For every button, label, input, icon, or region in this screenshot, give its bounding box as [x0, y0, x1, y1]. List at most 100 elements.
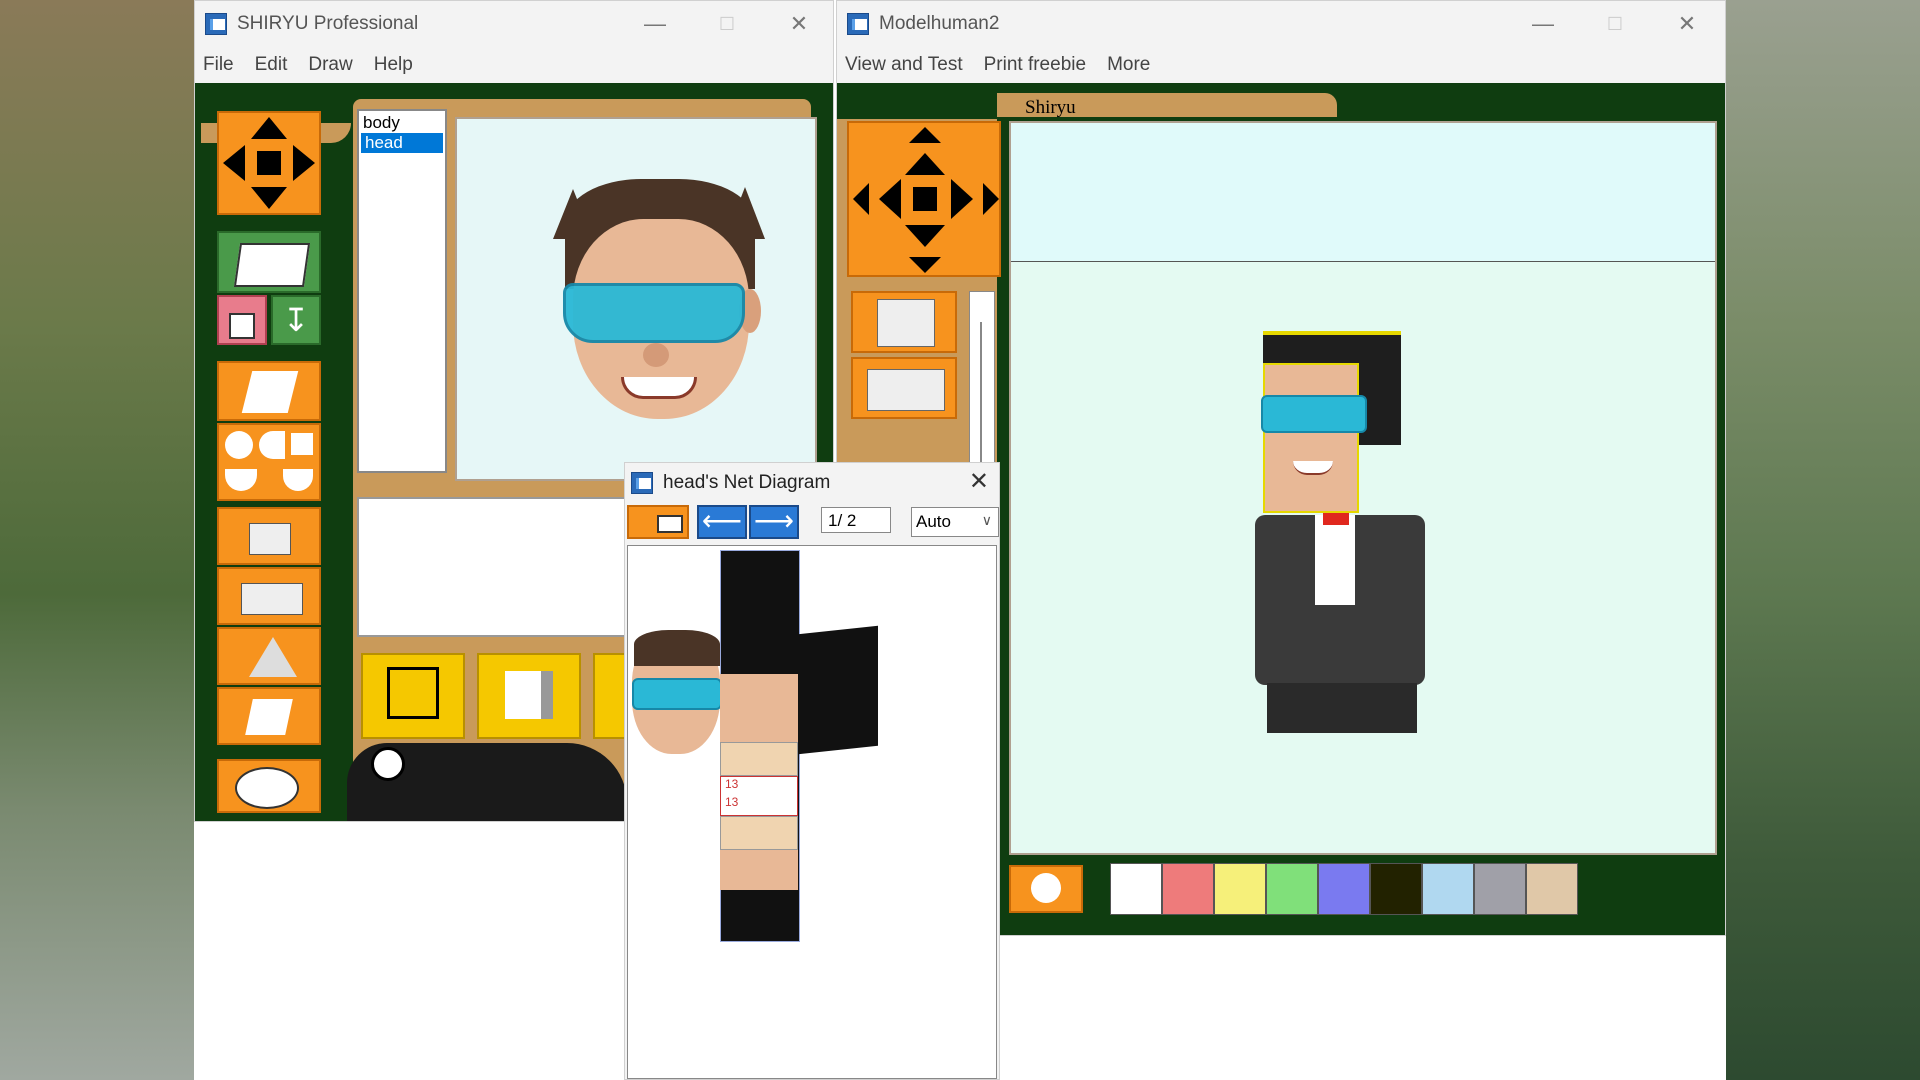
import-button[interactable]: ↧	[271, 295, 321, 345]
swatch-red[interactable]	[1162, 863, 1214, 915]
maximize-icon[interactable]: ☐	[1579, 1, 1651, 47]
move-control-button[interactable]	[217, 111, 321, 215]
swatch-black-yellow-texture[interactable]	[1370, 863, 1422, 915]
title-bar[interactable]: SHIRYU Professional — ☐ ✕	[195, 1, 833, 47]
arrow-left-icon	[223, 145, 245, 181]
shapes-tool-button[interactable]	[217, 423, 321, 501]
cube-swap-button[interactable]	[851, 291, 957, 353]
cubes-swap-icon	[877, 299, 935, 347]
zoom-select[interactable]: Auto ∨	[911, 507, 999, 537]
swatch-white[interactable]	[1110, 863, 1162, 915]
desktop-background-right	[1726, 0, 1920, 1080]
character-shirt	[1315, 515, 1355, 605]
net-side-piece	[720, 674, 798, 744]
net-label-box: 13 13	[720, 776, 798, 816]
arrow-down-icon	[251, 187, 287, 209]
center-square-icon	[257, 151, 281, 175]
bowl-icon	[283, 469, 313, 491]
solid-cube-button[interactable]	[477, 653, 581, 739]
bow-tie	[1323, 513, 1349, 525]
nose	[643, 343, 669, 367]
arrow-up-icon	[251, 117, 287, 139]
close-icon[interactable]: ✕	[969, 467, 989, 496]
app-icon	[847, 13, 869, 35]
net-label-1: 13	[725, 777, 739, 791]
menu-more[interactable]: More	[1107, 54, 1150, 76]
skew-button[interactable]	[217, 687, 321, 745]
image-button[interactable]	[217, 295, 267, 345]
net-diagram-canvas[interactable]: 13 13	[627, 545, 997, 1079]
paper-icon	[241, 371, 299, 413]
slider-track	[980, 322, 982, 472]
character-legs	[1267, 683, 1417, 733]
minimize-icon[interactable]: —	[619, 1, 691, 47]
close-icon[interactable]: ✕	[763, 1, 835, 47]
palette-icon	[235, 767, 299, 809]
arch-icon	[225, 469, 257, 491]
net-hair-right	[798, 625, 878, 755]
paper-tool-button[interactable]	[217, 361, 321, 421]
paint-palette-button[interactable]	[217, 759, 321, 813]
download-icon: ↧	[282, 302, 310, 338]
open-folder-button[interactable]	[217, 231, 321, 293]
swatch-pebble-texture[interactable]	[1474, 863, 1526, 915]
dialog-title: head's Net Diagram	[663, 472, 831, 493]
maximize-icon[interactable]: ☐	[691, 1, 763, 47]
prev-page-button[interactable]: ⟵	[697, 505, 747, 539]
character-icon-button[interactable]	[1009, 865, 1083, 913]
title-bar[interactable]: Modelhuman2 — ☐ ✕	[837, 1, 1725, 47]
text-panel[interactable]	[357, 497, 657, 637]
camera-move-button[interactable]	[847, 121, 1001, 277]
pyramid-icon	[249, 637, 297, 677]
dialog-toolbar: ⟵ ⟶ 1/ 2 Auto ∨	[625, 503, 999, 543]
folder-icon	[233, 243, 311, 287]
arrow-down-icon	[909, 257, 941, 273]
menu-view-and-test[interactable]: View and Test	[845, 54, 963, 76]
net-face-goggles	[632, 678, 722, 710]
dialog-title-bar[interactable]: head's Net Diagram ✕	[625, 463, 999, 503]
window-title: Modelhuman2	[879, 13, 1000, 34]
menu-print-freebie[interactable]: Print freebie	[984, 54, 1086, 76]
net-face-hair	[634, 630, 720, 666]
part-preview-canvas[interactable]	[455, 117, 817, 481]
square-icon	[291, 433, 313, 455]
menu-help[interactable]: Help	[374, 54, 413, 76]
stretch-boxes-button[interactable]	[217, 567, 321, 625]
swatch-blue[interactable]	[1318, 863, 1370, 915]
swatch-iridescent-texture[interactable]	[1422, 863, 1474, 915]
pyramid-button[interactable]	[217, 627, 321, 685]
swatch-green[interactable]	[1266, 863, 1318, 915]
next-page-button[interactable]: ⟶	[749, 505, 799, 539]
swatch-wood-texture[interactable]	[1526, 863, 1578, 915]
minimize-icon[interactable]: —	[1507, 1, 1579, 47]
menu-edit[interactable]: Edit	[255, 54, 288, 76]
desktop-background-left	[0, 0, 194, 1080]
parts-list-item-head[interactable]: head	[361, 133, 443, 153]
arrow-right-icon: ⟶	[753, 505, 795, 536]
menu-file[interactable]: File	[203, 54, 234, 76]
parts-list-item-body[interactable]: body	[359, 113, 445, 133]
center-square-icon	[913, 187, 937, 211]
scale-box-button[interactable]	[217, 507, 321, 565]
close-icon[interactable]: ✕	[1651, 1, 1723, 47]
menu-draw[interactable]: Draw	[308, 54, 352, 76]
wireframe-cube-icon	[387, 667, 439, 719]
goggles	[563, 283, 745, 343]
net-tan-band-1	[720, 742, 798, 776]
parts-list[interactable]: body head	[357, 109, 447, 473]
swatch-yellow[interactable]	[1214, 863, 1266, 915]
menu-bar: View and Test Print freebie More	[837, 47, 1725, 83]
circle-icon	[225, 431, 253, 459]
app-icon	[631, 472, 653, 494]
page-indicator: 1/ 2	[821, 507, 891, 533]
wireframe-cube-button[interactable]	[361, 653, 465, 739]
solid-cube-icon	[505, 671, 553, 719]
3d-view-canvas[interactable]	[1009, 121, 1717, 855]
character-goggles	[1261, 395, 1367, 433]
arrow-down-inner-icon	[905, 225, 945, 247]
window-title: SHIRYU Professional	[237, 13, 419, 34]
arrow-right-icon	[293, 145, 315, 181]
cube-move-button[interactable]	[851, 357, 957, 419]
print-button[interactable]	[627, 505, 689, 539]
zoom-select-value: Auto	[916, 512, 951, 531]
